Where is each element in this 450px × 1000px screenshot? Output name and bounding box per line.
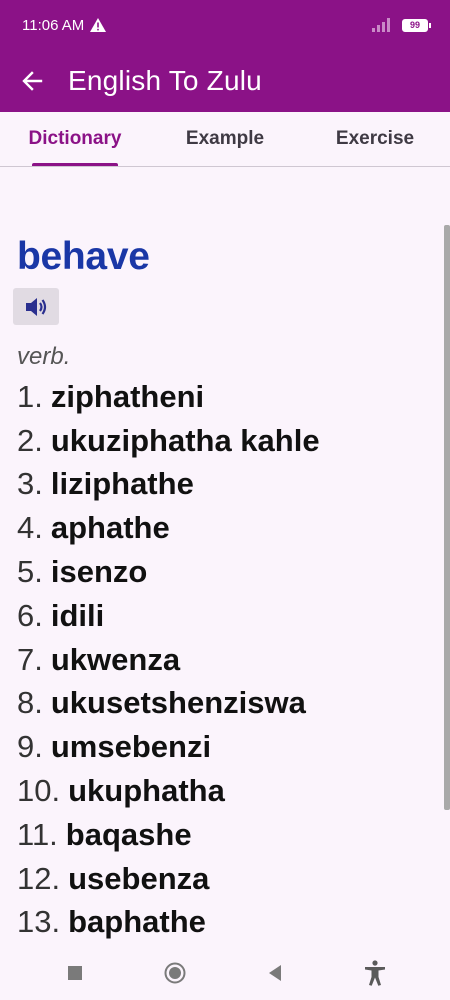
meaning-number: 1. bbox=[17, 378, 43, 414]
meaning-number: 11. bbox=[17, 816, 58, 852]
list-item: 11. baqashe bbox=[17, 813, 320, 857]
accessibility-button[interactable] bbox=[355, 953, 395, 993]
meaning-text: baphathe bbox=[68, 904, 206, 940]
meaning-text: aphathe bbox=[50, 510, 170, 546]
meaning-text: ukuziphatha kahle bbox=[50, 422, 320, 458]
tab-example[interactable]: Example bbox=[150, 112, 300, 166]
warning-icon bbox=[90, 18, 107, 32]
meaning-number: 2. bbox=[17, 422, 43, 458]
list-item: 8. ukusetshenziswa bbox=[17, 682, 320, 726]
list-item: 7. ukwenza bbox=[17, 638, 320, 682]
tab-label: Exercise bbox=[335, 128, 415, 149]
tab-bar: Dictionary Example Exercise bbox=[0, 112, 450, 167]
meaning-number: 4. bbox=[17, 510, 43, 546]
status-right: 99 bbox=[372, 18, 431, 32]
recents-square-icon bbox=[68, 965, 82, 980]
list-item: 4. aphathe bbox=[17, 506, 320, 550]
home-button[interactable] bbox=[155, 953, 195, 993]
meaning-number: 13. bbox=[17, 904, 61, 940]
meaning-text: ukuphatha bbox=[68, 773, 225, 809]
back-button[interactable] bbox=[0, 50, 64, 112]
arrow-back-icon bbox=[22, 71, 43, 91]
meaning-number: 10. bbox=[17, 773, 61, 809]
status-time: 11:06 AM bbox=[22, 16, 85, 34]
meaning-list: 1. ziphatheni 2. ukuziphatha kahle 3. lizip… bbox=[17, 375, 320, 944]
meaning-number: 5. bbox=[17, 554, 43, 590]
list-item: 13. baphathe bbox=[17, 901, 320, 945]
list-item: 6. idili bbox=[17, 594, 320, 638]
list-item: 3. liziphathe bbox=[17, 463, 320, 507]
battery-icon: 99 bbox=[402, 18, 431, 32]
recents-button[interactable] bbox=[55, 953, 95, 993]
meaning-text: ukwenza bbox=[50, 641, 181, 677]
accessibility-icon bbox=[365, 959, 385, 986]
headword: behave bbox=[17, 235, 150, 278]
tab-label: Example bbox=[185, 128, 265, 149]
tab-label: Dictionary bbox=[28, 128, 122, 149]
signal-icon bbox=[372, 18, 390, 32]
back-triangle-icon bbox=[269, 964, 281, 981]
meaning-text: liziphathe bbox=[50, 466, 194, 502]
meaning-number: 12. bbox=[17, 860, 61, 896]
meaning-number: 7. bbox=[17, 641, 43, 677]
dictionary-content[interactable]: behave verb. 1. ziphatheni 2. ukuziphatha … bbox=[0, 167, 450, 945]
list-item: 2. ukuziphatha kahle bbox=[17, 419, 320, 463]
list-item: 9. umsebenzi bbox=[17, 725, 320, 769]
part-of-speech: verb. bbox=[17, 343, 71, 370]
status-left: 11:06 AM bbox=[22, 16, 107, 34]
system-nav-bar bbox=[0, 945, 450, 1000]
pronounce-button[interactable] bbox=[13, 288, 59, 325]
list-item: 1. ziphatheni bbox=[17, 375, 320, 419]
meaning-number: 9. bbox=[17, 729, 43, 765]
tab-exercise[interactable]: Exercise bbox=[300, 112, 450, 166]
meaning-text: umsebenzi bbox=[50, 729, 212, 765]
list-item: 10. ukuphatha bbox=[17, 769, 320, 813]
meaning-text: idili bbox=[50, 597, 105, 633]
meaning-text: isenzo bbox=[50, 554, 148, 590]
scrollbar[interactable] bbox=[444, 225, 450, 810]
tab-dictionary[interactable]: Dictionary bbox=[0, 112, 150, 166]
meaning-text: ziphatheni bbox=[50, 378, 205, 414]
meaning-number: 8. bbox=[17, 685, 43, 721]
app-bar: English To Zulu bbox=[0, 50, 450, 112]
battery-level: 99 bbox=[409, 19, 420, 30]
list-item: 12. usebenza bbox=[17, 857, 320, 901]
home-circle-icon bbox=[164, 962, 186, 983]
meaning-text: ukusetshenziswa bbox=[50, 685, 306, 721]
list-item: 5. isenzo bbox=[17, 550, 320, 594]
meaning-number: 3. bbox=[17, 466, 43, 502]
status-bar: 11:06 AM 99 bbox=[0, 0, 450, 50]
meaning-text: baqashe bbox=[65, 816, 192, 852]
meaning-number: 6. bbox=[17, 597, 43, 633]
speaker-icon bbox=[26, 297, 47, 316]
meaning-text: usebenza bbox=[68, 860, 210, 896]
nav-back-button[interactable] bbox=[255, 953, 295, 993]
app-title: English To Zulu bbox=[68, 65, 262, 96]
